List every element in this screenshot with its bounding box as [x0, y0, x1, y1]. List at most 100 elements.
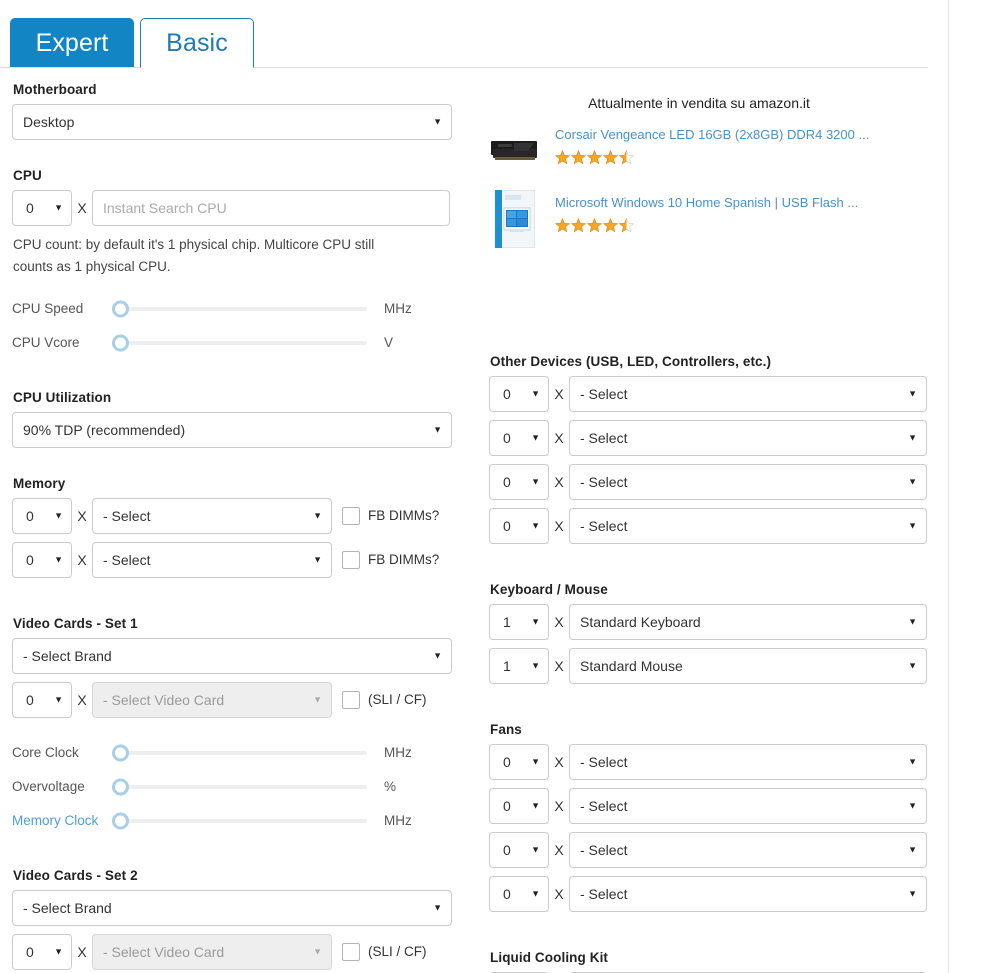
mouse-select[interactable]: Standard Mouse ▼ — [569, 648, 927, 684]
video-set1-brand-value: - Select Brand — [23, 647, 112, 664]
chevron-down-icon: ▼ — [531, 660, 540, 671]
video-set1-brand-row: - Select Brand ▼ — [12, 637, 452, 674]
keyboard-select[interactable]: Standard Keyboard ▼ — [569, 604, 927, 640]
video-set2-card-select[interactable]: - Select Video Card ▼ — [92, 933, 332, 970]
cpu-utilization-select[interactable]: 90% TDP (recommended) ▼ — [12, 411, 452, 448]
fans-select-3[interactable]: - Select ▼ — [569, 832, 927, 868]
slider-handle[interactable] — [112, 744, 129, 762]
slider-handle[interactable] — [112, 334, 129, 352]
mouse-value: Standard Mouse — [580, 658, 683, 674]
slider-handle[interactable] — [112, 812, 129, 830]
video-set1-sli-wrap: (SLI / CF) — [342, 690, 427, 709]
other-devices-section-label: Other Devices (USB, LED, Controllers, et… — [490, 354, 772, 369]
fans-qty-select-3[interactable]: 0 ▼ — [489, 832, 549, 868]
other-devices-select-3[interactable]: - Select ▼ — [569, 464, 927, 500]
chevron-down-icon: ▼ — [531, 616, 540, 627]
fans-select-1[interactable]: - Select ▼ — [569, 744, 927, 780]
cpu-qty-select[interactable]: 0 ▼ — [12, 190, 72, 226]
keyboard-value: Standard Keyboard — [580, 614, 701, 630]
cpu-count-hint: CPU count: by default it's 1 physical ch… — [13, 237, 375, 274]
other-devices-qty-value-4: 0 — [503, 518, 511, 534]
cpu-speed-label: CPU Speed — [12, 301, 84, 317]
fans-select-4[interactable]: - Select ▼ — [569, 876, 927, 912]
tab-basic[interactable]: Basic — [140, 18, 254, 68]
other-devices-x-separator-3: X — [554, 474, 564, 490]
keyboard-x-separator: X — [554, 614, 564, 630]
fans-x-separator-4: X — [554, 886, 564, 902]
cpu-speed-unit: MHz — [384, 301, 412, 317]
video-set2-brand-select[interactable]: - Select Brand ▼ — [12, 889, 452, 926]
chevron-down-icon: ▼ — [908, 756, 917, 767]
core-clock-slider[interactable] — [112, 744, 367, 762]
video-set1-qty-select[interactable]: 0 ▼ — [12, 681, 72, 718]
motherboard-section-label: Motherboard — [13, 82, 97, 97]
tab-expert[interactable]: Expert — [10, 18, 134, 68]
motherboard-select[interactable]: Desktop ▼ — [12, 104, 452, 140]
other-devices-qty-select-2[interactable]: 0 ▼ — [489, 420, 549, 456]
cpu-speed-slider[interactable] — [112, 300, 367, 318]
video-set1-card-row: 0 ▼ X - Select Video Card ▼ (SLI / CF) — [12, 681, 452, 718]
amazon-ad-link-1[interactable]: Corsair Vengeance LED 16GB (2x8GB) DDR4 … — [555, 127, 869, 144]
memory-clock-label[interactable]: Memory Clock — [12, 813, 112, 828]
mode-tabs: Expert Basic — [0, 16, 928, 68]
memory-x-separator-2: X — [77, 551, 87, 568]
video-set2-sli-checkbox[interactable] — [342, 942, 360, 961]
other-devices-row-4: 0 ▼ X - Select ▼ — [489, 508, 929, 544]
chevron-down-icon: ▼ — [433, 650, 442, 661]
fans-block: Fans 0 ▼ X - Select ▼ 0 ▼ X - Select ▼ 0… — [489, 722, 929, 912]
cpu-x-separator: X — [77, 200, 87, 216]
video-set2-qty-select[interactable]: 0 ▼ — [12, 933, 72, 970]
video-set1-card-select[interactable]: - Select Video Card ▼ — [92, 681, 332, 718]
slider-handle[interactable] — [112, 778, 129, 796]
fb-dimms-checkbox-1[interactable] — [342, 506, 360, 525]
fb-dimms-wrap-1: FB DIMMs? — [342, 506, 439, 525]
chevron-down-icon: ▼ — [54, 510, 63, 521]
mouse-qty-select[interactable]: 1 ▼ — [489, 648, 549, 684]
core-clock-slider-row: Core Clock MHz — [12, 736, 452, 770]
memory-qty-select-1[interactable]: 0 ▼ — [12, 497, 72, 534]
keyboard-qty-select[interactable]: 1 ▼ — [489, 604, 549, 640]
amazon-ad-link-2[interactable]: Microsoft Windows 10 Home Spanish | USB … — [555, 195, 858, 212]
other-devices-qty-select-4[interactable]: 0 ▼ — [489, 508, 549, 544]
fb-dimms-wrap-2: FB DIMMs? — [342, 550, 439, 569]
video-set1-qty-value: 0 — [26, 691, 34, 708]
star-rating-1 — [555, 149, 869, 165]
other-devices-select-4[interactable]: - Select ▼ — [569, 508, 927, 544]
other-devices-qty-select-3[interactable]: 0 ▼ — [489, 464, 549, 500]
chevron-down-icon: ▼ — [54, 202, 63, 213]
cpu-search-placeholder: Instant Search CPU — [103, 200, 227, 216]
chevron-down-icon: ▼ — [908, 800, 917, 811]
tab-basic-label: Basic — [166, 28, 228, 57]
video-set1-sli-checkbox[interactable] — [342, 690, 360, 709]
other-devices-qty-select-1[interactable]: 0 ▼ — [489, 376, 549, 412]
fans-select-2[interactable]: - Select ▼ — [569, 788, 927, 824]
other-devices-select-1[interactable]: - Select ▼ — [569, 376, 927, 412]
memory-module-select-1[interactable]: - Select ▼ — [92, 497, 332, 534]
memory-clock-slider[interactable] — [112, 812, 367, 830]
overvoltage-label: Overvoltage — [12, 779, 85, 795]
overvoltage-slider-row: Overvoltage % — [12, 770, 452, 804]
memory-qty-select-2[interactable]: 0 ▼ — [12, 541, 72, 578]
cpu-search-input[interactable]: Instant Search CPU — [92, 190, 450, 226]
cpu-vcore-slider[interactable] — [112, 334, 367, 352]
slider-handle[interactable] — [112, 300, 129, 318]
fans-qty-select-4[interactable]: 0 ▼ — [489, 876, 549, 912]
amazon-ad-body-1: Corsair Vengeance LED 16GB (2x8GB) DDR4 … — [555, 125, 869, 177]
chevron-down-icon: ▼ — [531, 432, 540, 443]
chevron-down-icon: ▼ — [908, 520, 917, 531]
fans-qty-select-2[interactable]: 0 ▼ — [489, 788, 549, 824]
chevron-down-icon: ▼ — [531, 520, 540, 531]
keyboard-row: 1 ▼ X Standard Keyboard ▼ — [489, 604, 929, 640]
memory-module-select-2[interactable]: - Select ▼ — [92, 541, 332, 578]
other-devices-select-2[interactable]: - Select ▼ — [569, 420, 927, 456]
fans-value-4: - Select — [580, 886, 628, 902]
overvoltage-slider[interactable] — [112, 778, 367, 796]
video-set1-brand-select[interactable]: - Select Brand ▼ — [12, 637, 452, 674]
fans-qty-select-1[interactable]: 0 ▼ — [489, 744, 549, 780]
fans-qty-value-2: 0 — [503, 798, 511, 814]
fb-dimms-checkbox-2[interactable] — [342, 550, 360, 569]
